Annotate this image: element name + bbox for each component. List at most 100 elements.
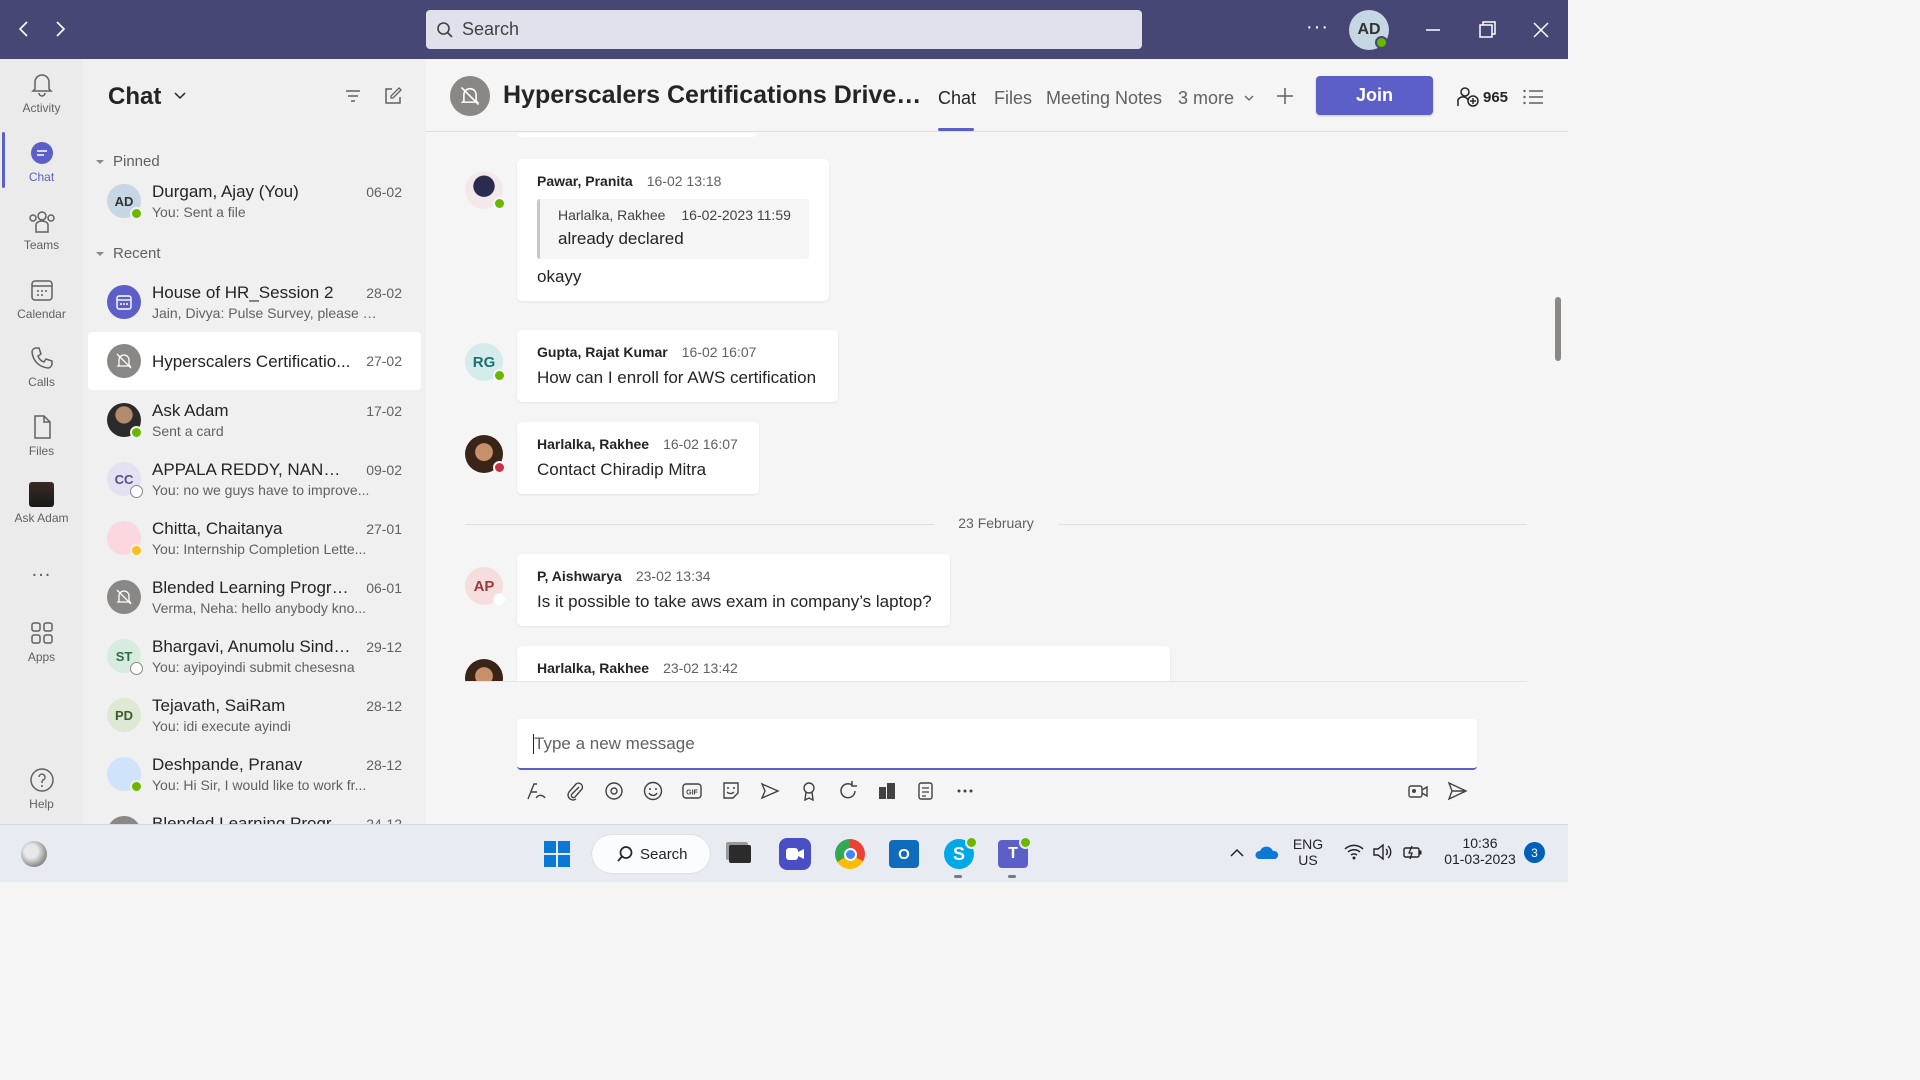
new-chat-icon[interactable] xyxy=(383,86,403,106)
chat-list-item[interactable]: Blended Learning Progra... Verma, Neha: … xyxy=(88,568,421,626)
schedule-meeting-icon[interactable] xyxy=(759,780,781,802)
chat-date: 28-02 xyxy=(366,285,402,301)
chat-list-item[interactable]: Blended Learning Progra... 24-12 xyxy=(88,804,421,824)
chat-name: Durgam, Ajay (You) xyxy=(152,182,299,201)
avatar[interactable] xyxy=(465,659,503,681)
chat-list-item[interactable]: Ask Adam Sent a card 17-02 xyxy=(88,391,421,449)
language-indicator[interactable]: ENG US xyxy=(1290,836,1326,868)
rail-item-ask-adam[interactable]: Ask Adam xyxy=(0,482,83,542)
rail-item-teams[interactable]: Teams xyxy=(0,208,83,268)
more-options-icon[interactable] xyxy=(954,780,976,802)
rail-item-activity[interactable]: Activity xyxy=(0,71,83,131)
chat-date: 06-02 xyxy=(366,184,402,200)
file-icon xyxy=(33,415,51,439)
participants-button[interactable]: 965 xyxy=(1456,86,1508,108)
rail-item-files[interactable]: Files xyxy=(0,414,83,474)
volume-icon[interactable] xyxy=(1372,843,1392,861)
battery-icon[interactable] xyxy=(1402,843,1424,861)
wifi-icon[interactable] xyxy=(1344,843,1364,861)
recent-section-header[interactable]: Recent xyxy=(95,245,161,262)
rail-label: Chat xyxy=(28,170,55,184)
back-arrow-icon[interactable] xyxy=(13,18,35,40)
notes-icon[interactable] xyxy=(915,780,937,802)
more-options-icon[interactable]: ··· xyxy=(1306,16,1329,39)
send-icon[interactable] xyxy=(1446,780,1468,802)
video-clip-icon[interactable] xyxy=(1407,780,1429,802)
rail-item-calendar[interactable]: Calendar xyxy=(0,277,83,337)
chat-date: 24-12 xyxy=(366,816,402,824)
teams-chat-app-icon[interactable] xyxy=(779,838,811,870)
conversation-header: Hyperscalers Certifications Drive - ... … xyxy=(426,59,1568,132)
attach-icon[interactable] xyxy=(564,780,586,802)
filter-icon[interactable] xyxy=(343,86,363,106)
chat-list-item[interactable]: Chitta, Chaitanya You: Internship Comple… xyxy=(88,509,421,567)
scrollbar-thumb[interactable] xyxy=(1555,297,1561,361)
rail-item-chat[interactable]: Chat xyxy=(0,140,83,200)
tab-files[interactable]: Files xyxy=(994,88,1032,109)
format-icon[interactable] xyxy=(525,780,547,802)
message-author: Harlalka, Rakhee xyxy=(537,660,650,676)
rail-item-calls[interactable]: Calls xyxy=(0,345,83,405)
chat-list-item[interactable]: Deshpande, Pranav You: Hi Sir, I would l… xyxy=(88,745,421,803)
windows-start-icon[interactable] xyxy=(541,838,573,870)
search-box[interactable]: Search xyxy=(426,10,1142,49)
restore-icon[interactable] xyxy=(1475,18,1499,42)
compose-box[interactable]: Type a new message xyxy=(517,719,1477,770)
user-avatar[interactable]: AD xyxy=(1349,10,1389,50)
avatar-initials: AD xyxy=(114,193,134,209)
taskbar-search-button[interactable]: Search xyxy=(592,835,710,873)
emoji-icon[interactable] xyxy=(642,780,664,802)
updates-icon[interactable] xyxy=(876,780,898,802)
message-bubble[interactable]: Harlalka, Rakhee 23-02 13:42 xyxy=(517,646,1170,681)
message-bubble[interactable]: Gupta, Rajat Kumar 16-02 16:07 How can I … xyxy=(517,330,838,402)
message-bubble[interactable]: Harlalka, Rakhee 16-02 16:07 Contact Chir… xyxy=(517,422,759,494)
forward-arrow-icon[interactable] xyxy=(49,18,71,40)
chat-preview: Verma, Neha: hello anybody kno... xyxy=(152,600,367,616)
avatar-initials: CC xyxy=(114,471,134,487)
quoted-message[interactable]: Harlalka, Rakhee 16-02-2023 11:59 already… xyxy=(537,199,809,259)
notification-badge[interactable]: 3 xyxy=(1524,842,1545,863)
gif-icon[interactable]: GIF xyxy=(681,780,703,802)
praise-icon[interactable] xyxy=(798,780,820,802)
group-avatar xyxy=(450,76,490,116)
task-view-icon[interactable] xyxy=(724,838,756,870)
list-icon[interactable] xyxy=(1522,87,1544,107)
rail-more-apps[interactable]: ... xyxy=(0,559,83,587)
rail-item-help[interactable]: Help xyxy=(0,767,83,827)
add-tab-icon[interactable] xyxy=(1275,86,1295,106)
loop-icon[interactable] xyxy=(603,780,625,802)
weather-icon[interactable] xyxy=(21,841,47,867)
skype-icon[interactable]: S xyxy=(943,836,978,870)
chat-list-item[interactable]: ST Bhargavi, Anumolu Sindhu You: ayipoyi… xyxy=(88,627,421,685)
chat-list-item-selected[interactable]: Hyperscalers Certificatio... 27-02 xyxy=(88,332,421,390)
tab-meeting-notes[interactable]: Meeting Notes xyxy=(1046,88,1162,109)
teams-icon[interactable]: T xyxy=(997,836,1032,870)
message-bubble[interactable]: P, Aishwarya 23-02 13:34 Is it possible t… xyxy=(517,554,950,626)
chevron-up-icon[interactable] xyxy=(1229,846,1245,860)
chat-list-item[interactable]: House of HR_Session 2 Jain, Divya: Pulse… xyxy=(88,273,421,331)
clock[interactable]: 10:36 01-03-2023 xyxy=(1437,835,1523,867)
taskbar-search-label: Search xyxy=(640,845,688,863)
rail-item-apps[interactable]: Apps xyxy=(0,620,83,680)
caret-down-icon xyxy=(96,159,104,164)
outlook-icon[interactable]: O xyxy=(888,838,920,870)
refresh-icon[interactable] xyxy=(837,780,859,802)
tab-chat[interactable]: Chat xyxy=(938,88,976,109)
conversation-title[interactable]: Hyperscalers Certifications Drive - ... xyxy=(503,81,927,110)
chrome-icon[interactable] xyxy=(834,838,866,870)
chat-list-item[interactable]: PD Tejavath, SaiRam You: idi execute ayi… xyxy=(88,686,421,744)
tab-more[interactable]: 3 more xyxy=(1178,88,1255,109)
chat-list-item[interactable]: CC APPALA REDDY, NANDIKA You: no we guys… xyxy=(88,450,421,508)
sticker-icon[interactable] xyxy=(720,780,742,802)
chat-preview: You: no we guys have to improve... xyxy=(152,482,370,498)
chat-list-item[interactable]: AD Durgam, Ajay (You) You: Sent a file 0… xyxy=(88,172,421,230)
onedrive-icon[interactable] xyxy=(1254,843,1280,863)
message-bubble[interactable]: Pawar, Pranita 16-02 13:18 Harlalka, Rakh… xyxy=(517,159,829,301)
join-button[interactable]: Join xyxy=(1316,76,1433,115)
section-label: Recent xyxy=(113,245,161,262)
chevron-down-icon[interactable] xyxy=(173,89,187,103)
minimize-icon[interactable] xyxy=(1421,18,1445,42)
quoted-author: Harlalka, Rakhee xyxy=(558,207,666,223)
pinned-section-header[interactable]: Pinned xyxy=(95,153,160,170)
close-icon[interactable] xyxy=(1529,18,1553,42)
